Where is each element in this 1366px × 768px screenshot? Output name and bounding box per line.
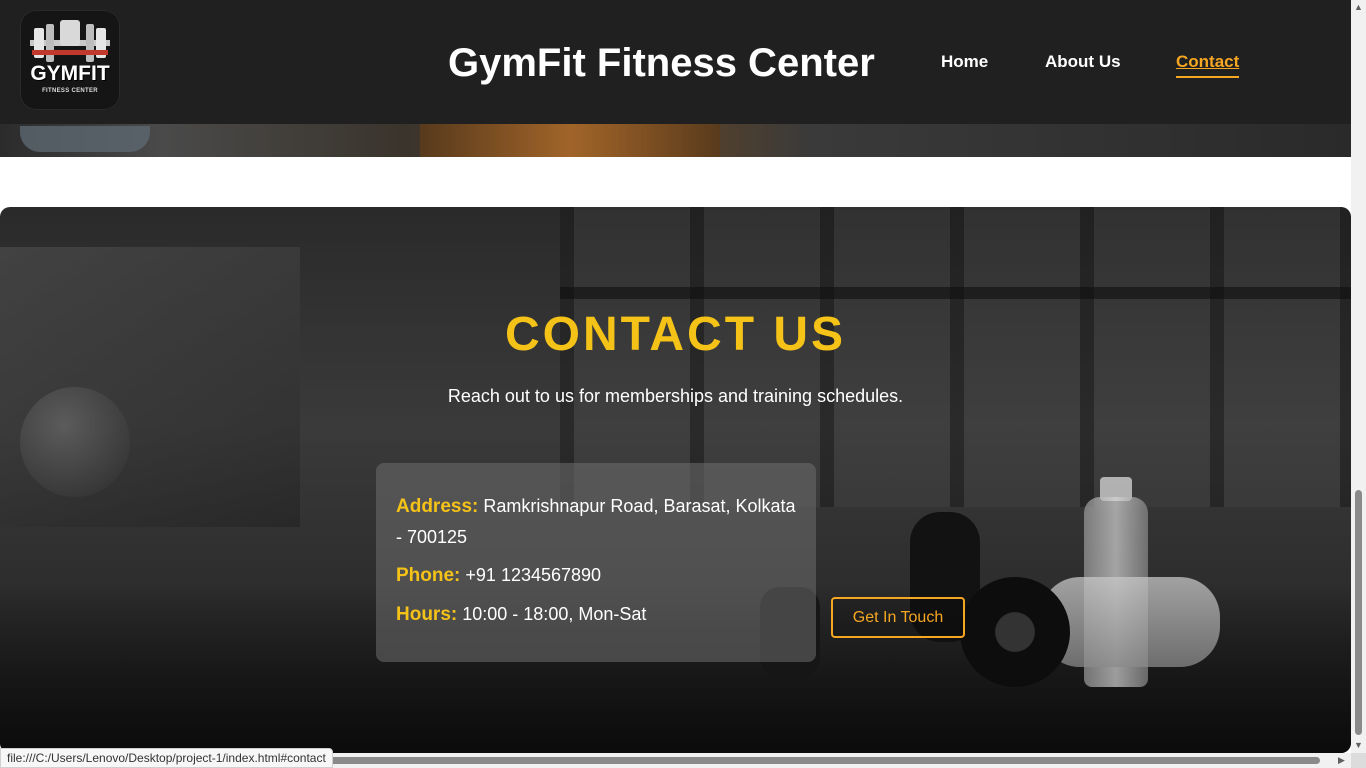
site-logo[interactable]: GYMFIT FITNESS CENTER: [20, 10, 120, 110]
phone-value: +91 1234567890: [465, 565, 602, 585]
hours-label: Hours:: [396, 604, 458, 625]
scroll-right-icon[interactable]: ▶: [1338, 755, 1345, 766]
scrollbar-corner: [1351, 753, 1366, 768]
nav-link-home[interactable]: Home: [941, 52, 988, 72]
contact-section: CONTACT US Reach out to us for membershi…: [0, 207, 1351, 753]
barbell-logo-icon: [30, 20, 110, 62]
site-header: GYMFIT FITNESS CENTER GymFit Fitness Cen…: [0, 0, 1351, 124]
address-label: Address:: [396, 496, 479, 517]
contact-title: CONTACT US: [504, 308, 847, 361]
background-dumbbell-plate: [960, 577, 1070, 687]
site-title: GymFit Fitness Center: [448, 41, 875, 85]
vertical-scrollbar[interactable]: ▲ ▼: [1351, 0, 1366, 753]
logo-brand-text: GYMFIT: [30, 62, 110, 85]
scroll-up-icon[interactable]: ▲: [1354, 2, 1363, 12]
phone-row: Phone: +91 1234567890: [396, 560, 796, 591]
hero-image-detail: [20, 126, 150, 152]
status-bar-url: file:///C:/Users/Lenovo/Desktop/project-…: [0, 748, 333, 768]
logo-tagline-text: FITNESS CENTER: [42, 88, 98, 94]
hours-value: 10:00 - 18:00, Mon-Sat: [462, 604, 647, 624]
background-window-bar: [560, 287, 1351, 299]
get-in-touch-button[interactable]: Get In Touch: [831, 597, 965, 638]
vertical-scrollbar-thumb[interactable]: [1355, 490, 1362, 735]
hours-row: Hours: 10:00 - 18:00, Mon-Sat: [396, 599, 796, 630]
contact-info-card: Address: Ramkrishnapur Road, Barasat, Ko…: [376, 463, 816, 662]
nav-link-contact[interactable]: Contact: [1176, 52, 1240, 78]
contact-subtitle: Reach out to us for memberships and trai…: [447, 386, 904, 406]
nav-link-about-us[interactable]: About Us: [1045, 52, 1121, 72]
hero-image-strip: [0, 124, 1351, 157]
hero-image-detail: [420, 124, 720, 157]
address-row: Address: Ramkrishnapur Road, Barasat, Ko…: [396, 491, 796, 552]
horizontal-scrollbar-thumb[interactable]: [330, 757, 1320, 764]
scroll-down-icon[interactable]: ▼: [1354, 740, 1363, 750]
phone-label: Phone:: [396, 565, 461, 586]
